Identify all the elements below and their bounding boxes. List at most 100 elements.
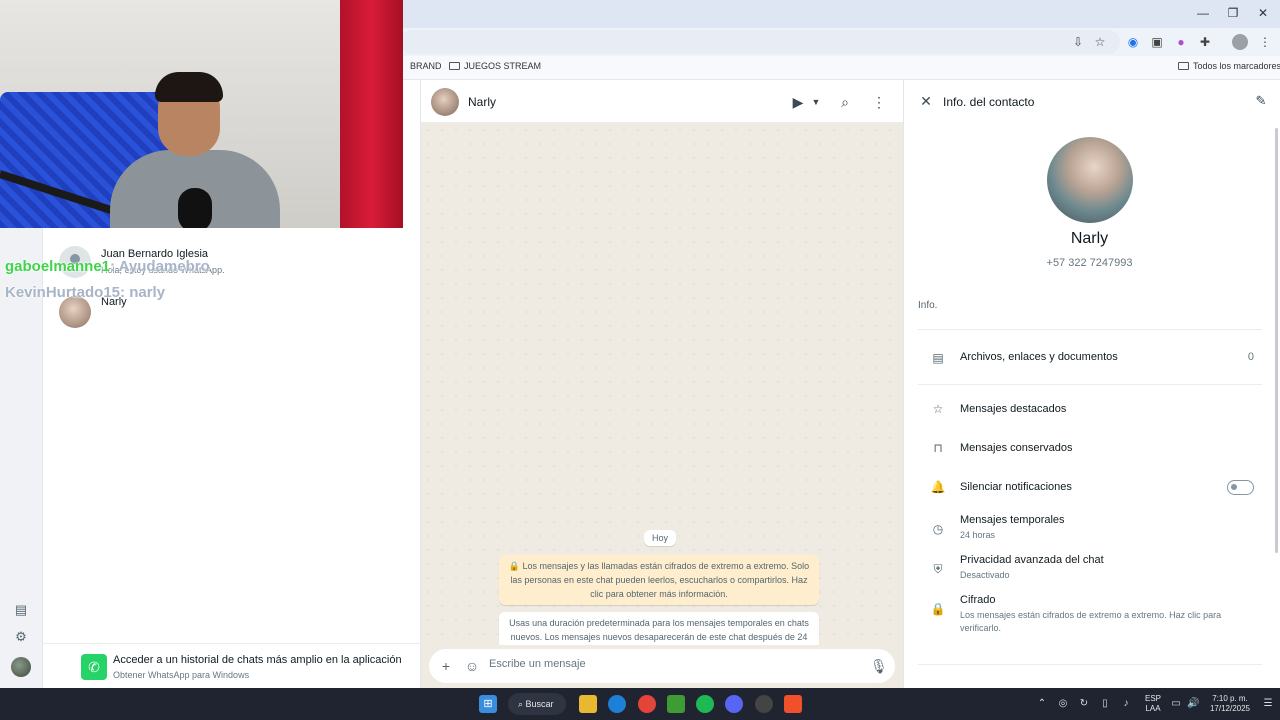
divider [918,384,1262,385]
curtain-image [340,0,403,228]
contact-avatar[interactable] [431,88,459,116]
info-section-label: Info. [918,300,938,311]
profile-avatar[interactable] [1232,34,1248,50]
chrome-browser-icon[interactable] [638,695,656,713]
close-icon[interactable]: ✕ [917,92,935,110]
get-app-subtitle: Obtener WhatsApp para Windows [113,670,250,680]
address-field[interactable] [400,30,1120,54]
conversation-contact-name[interactable]: Narly [468,95,496,109]
obs-icon[interactable] [755,695,773,713]
tray-sync-icon[interactable]: ↻ [1078,698,1090,710]
menu-dots-icon[interactable]: ⋮ [870,93,888,111]
privacy-value: Desactivado [960,570,1010,580]
notifications-icon[interactable]: ☰ [1262,698,1274,710]
shield-icon: ⛨ [933,562,943,576]
search-icon[interactable]: ⌕ [836,93,854,111]
language-indicator[interactable]: ESP LAA [1142,694,1164,714]
timer-icon: ◷ [932,522,944,536]
minimize-button[interactable]: — [1188,4,1218,22]
encryption-notice[interactable]: 🔒 Los mensajes y las llamadas están cifr… [499,555,819,605]
encryption-value: Los mensajes están cifrados de extremo a… [960,610,1222,633]
bookmark-star-icon[interactable]: ☆ [1092,34,1108,50]
attach-plus-icon[interactable]: + [438,658,454,674]
folder-icon [1178,62,1189,70]
file-explorer-icon[interactable] [579,695,597,713]
microphone-icon[interactable]: 🎙 [870,658,888,674]
sticker-icon[interactable]: ☺ [464,658,480,674]
mute-label: Silenciar notificaciones [960,481,1072,493]
encryption-label: Cifrado [960,594,996,606]
profile-avatar[interactable] [11,657,31,677]
install-app-icon[interactable]: ⇩ [1070,34,1086,50]
tray-app-icon[interactable]: ◎ [1057,698,1069,710]
encryption-row[interactable]: 🔒 Cifrado Los mensajes están cifrados de… [904,592,1275,636]
mute-toggle[interactable] [1227,480,1254,495]
stream-chat-line: KevinHurtado15: narly [5,284,166,301]
extension-tv-icon[interactable]: ▣ [1149,34,1165,50]
chevron-up-icon[interactable]: ⌃ [1036,698,1048,710]
all-bookmarks[interactable]: Todos los marcadores [1178,61,1280,71]
files-links-docs-row[interactable]: ▤ Archivos, enlaces y documentos 0 [904,348,1275,368]
star-icon: ☆ [932,402,944,416]
temporary-messages-row[interactable]: ◷ Mensajes temporales 24 horas [904,512,1275,546]
media-gallery-icon: ▤ [932,351,944,365]
mute-notifications-row[interactable]: 🔔 Silenciar notificaciones [904,478,1275,498]
bookmark-icon: ⊓ [933,441,943,455]
network-icon[interactable]: ▭ [1170,698,1182,710]
temp-label: Mensajes temporales [960,514,1065,526]
files-count: 0 [1247,351,1254,363]
search-icon: ⌕ [518,699,526,709]
kept-label: Mensajes conservados [960,442,1073,454]
restore-button[interactable]: ❐ [1218,4,1248,22]
get-windows-app-banner[interactable]: ✆ Acceder a un historial de chats más am… [43,643,420,688]
conversation-panel: Narly ▶ ▼ ⌕ ⋮ Hoy 🔒 Los mensajes y las l… [420,80,904,688]
bell-icon: 🔔 [930,480,946,494]
whatsapp-logo-icon: ✆ [81,654,107,680]
spotify-icon[interactable] [696,695,714,713]
extensions-puzzle-icon[interactable]: ✚ [1197,34,1213,50]
advanced-privacy-row[interactable]: ⛨ Privacidad avanzada del chat Desactiva… [904,552,1275,586]
video-call-icon[interactable]: ▶ [789,93,807,111]
edge-browser-icon[interactable] [608,695,626,713]
contact-info-scrollbar[interactable] [1275,128,1278,553]
media-icon[interactable]: ▤ [13,602,29,618]
kept-messages-row[interactable]: ⊓ Mensajes conservados [904,439,1275,459]
contact-info-panel: ✕ Info. del contacto ✎ Narly +57 322 724… [903,80,1280,688]
folder-icon [449,62,460,70]
starred-label: Mensajes destacados [960,403,1067,415]
volume-icon[interactable]: 🔊 [1187,698,1199,710]
chevron-down-icon[interactable]: ▼ [807,93,825,111]
files-label: Archivos, enlaces y documentos [960,351,1118,363]
contact-info-title: Info. del contacto [943,95,1035,109]
streamer-hair-image [155,72,223,102]
microphone-image [178,188,212,228]
taskbar-search[interactable]: ⌕ Buscar [508,693,566,715]
compose-box: + ☺ Escribe un mensaje 🎙 [429,649,895,683]
windows-start-icon[interactable]: ⊞ [479,695,497,713]
tray-usb-icon[interactable]: ▯ [1099,698,1111,710]
date-divider: Hoy [644,530,677,546]
minecraft-icon[interactable] [667,695,685,713]
settings-gear-icon[interactable]: ⚙ [13,629,29,645]
get-app-title: Acceder a un historial de chats más ampl… [113,654,402,666]
extension-purple-icon[interactable]: ● [1173,34,1189,50]
brave-browser-icon[interactable] [784,695,802,713]
starred-messages-row[interactable]: ☆ Mensajes destacados [904,400,1275,420]
divider [918,664,1262,665]
windows-taskbar: ⊞ ⌕ Buscar ⌃ ◎ ↻ ▯ ♪ ESP LAA ▭ 🔊 7:10 p. … [0,688,1280,720]
tray-mic-icon[interactable]: ♪ [1120,698,1132,710]
contact-info-header: ✕ Info. del contacto ✎ [904,80,1280,123]
extension-audio-icon[interactable]: ◉ [1125,34,1141,50]
browser-menu-icon[interactable]: ⋮ [1257,34,1273,50]
discord-icon[interactable] [725,695,743,713]
bookmark-juegos-stream[interactable]: JUEGOS STREAM [449,61,541,71]
contact-profile-photo[interactable] [1047,137,1133,223]
edit-pencil-icon[interactable]: ✎ [1252,92,1270,110]
conversation-header[interactable]: Narly ▶ ▼ ⌕ ⋮ [421,80,904,123]
message-input[interactable]: Escribe un mensaje [489,658,586,670]
bookmark-brand[interactable]: BRAND [410,61,442,71]
clock[interactable]: 7:10 p. m. 17/12/2025 [1200,694,1260,714]
close-window-button[interactable]: ✕ [1248,4,1278,22]
temp-value: 24 horas [960,530,996,540]
chat-background: Hoy 🔒 Los mensajes y las llamadas están … [421,123,904,676]
